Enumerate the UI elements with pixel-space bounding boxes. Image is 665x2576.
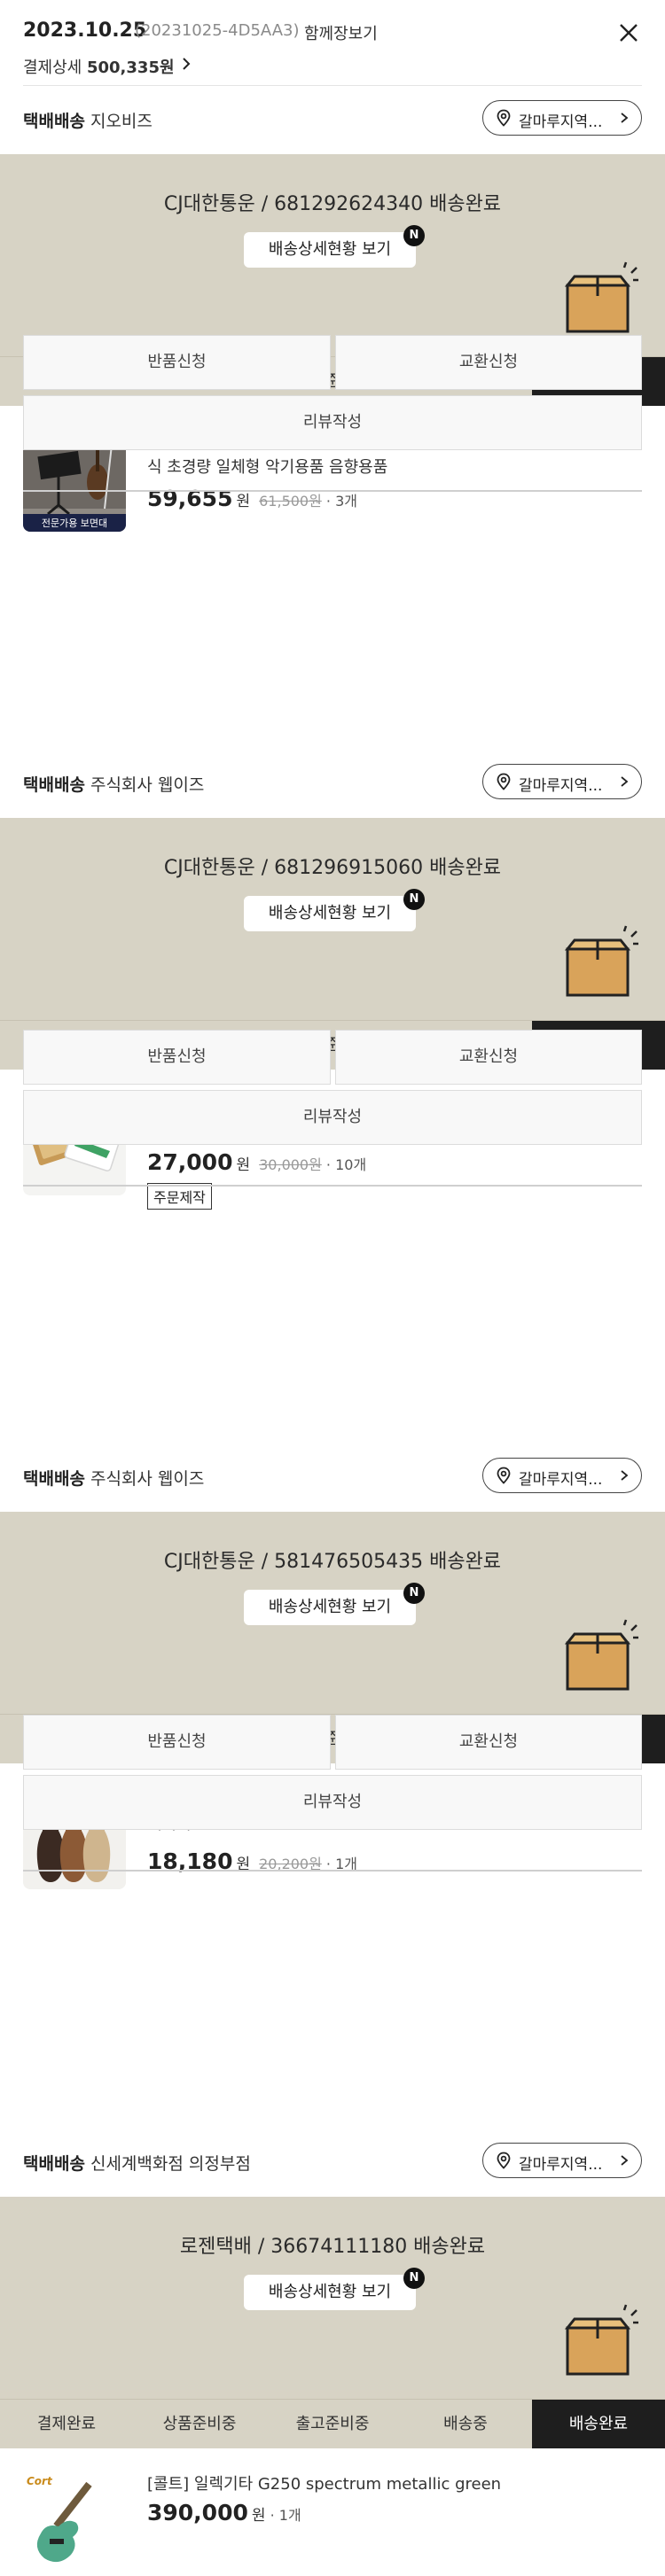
payment-label: 결제상세 [23,58,82,77]
delivery-detail-button[interactable]: 배송상세현황 보기 [244,1590,416,1625]
divider [23,85,642,86]
product-quantity: · 3개 [321,493,358,510]
shipment-title: 택배배송 신세계백화점 의정부점 [23,2151,251,2175]
payment-amount: 500,335원 [86,58,175,77]
delivered-box-icon [564,925,638,997]
product-price: 27,000 [147,1149,233,1175]
product-name[interactable]: [콜트] 일렉기타 G250 spectrum metallic green [147,2471,644,2497]
delivery-status-banner: 로젠택배 / 36674111180 배송완료 배송상세현황 보기 N [0,2197,665,2399]
location-pin-icon [497,109,511,127]
shipment-header: 택배배송 주식회사 웹이즈 갈마루지역... [0,1444,665,1512]
chevron-right-icon [621,1470,629,1481]
return-request-button[interactable]: 반품신청 [23,1715,331,1770]
seller-name: 주식회사 웹이즈 [90,775,205,795]
price-row: 390,000 원 · 1개 [147,2500,301,2528]
section-divider [23,1870,642,1872]
chevron-right-icon [621,2155,629,2166]
price-row: 18,180 원 20,200원 · 1개 [147,1848,357,1877]
price-row: 27,000 원 30,000원 · 10개 [147,1149,366,1178]
delivery-status-banner: CJ대한통운 / 681292624340 배송완료 배송상세현황 보기 N [0,154,665,356]
exchange-request-button[interactable]: 교환신청 [335,1715,642,1770]
thumbnail-caption: 전문가용 보면대 [41,518,108,529]
write-review-button[interactable]: 리뷰작성 [23,1090,642,1145]
region-label: 갈마루지역... [519,777,603,795]
new-badge: N [403,2268,425,2289]
step-3: 출고준비중 [295,2415,370,2433]
tracking-info: CJ대한통운 / 581476505435 배송완료 [163,1551,502,1573]
delivery-status-banner: CJ대한통운 / 581476505435 배송완료 배송상세현황 보기 N [0,1512,665,1714]
product-quantity: · 1개 [265,2507,301,2524]
region-button[interactable]: 갈마루지역... [482,1458,642,1493]
delivered-box-icon [564,1619,638,1691]
region-button[interactable]: 갈마루지역... [482,100,642,136]
order-code: (20231025-4D5AA3) [135,21,300,40]
ship-type: 택배배송 [23,775,85,795]
region-button[interactable]: 갈마루지역... [482,2143,642,2178]
custom-order-tag: 주문제작 [147,1183,212,1210]
currency-unit: 원 [236,493,251,510]
exchange-request-button[interactable]: 교환신청 [335,1030,642,1085]
step-5: 배송완료 [532,2400,665,2448]
currency-unit: 원 [236,1156,251,1174]
product-title: [콜트] 일렉기타 G250 spectrum metallic green [147,2475,502,2494]
thumbnail-caption: Cort [27,2475,52,2487]
shipment-header: 택배배송 주식회사 웹이즈 갈마루지역... [0,751,665,818]
product-thumbnail[interactable]: Cort [23,2471,126,2574]
region-label: 갈마루지역... [519,1471,603,1489]
tracking-info: 로젠택배 / 36674111180 배송완료 [179,2236,486,2258]
shipment-title: 택배배송 지오비즈 [23,108,153,132]
original-price: 61,500원 [259,493,322,510]
order-date: 2023.10.25 [23,19,147,42]
location-pin-icon [497,1467,511,1484]
section-divider [23,490,642,492]
tracking-info: CJ대한통운 / 681292624340 배송완료 [163,193,502,215]
shipment-title: 택배배송 주식회사 웹이즈 [23,772,204,796]
new-badge: N [403,889,425,910]
shipment-header: 택배배송 지오비즈 갈마루지역... [0,87,665,154]
shipment-title: 택배배송 주식회사 웹이즈 [23,1466,204,1490]
delivered-box-icon [564,261,638,333]
ship-type: 택배배송 [23,1469,85,1489]
return-request-button[interactable]: 반품신청 [23,1030,331,1085]
location-pin-icon [497,773,511,790]
chevron-right-icon [621,776,629,787]
chevron-right-icon [621,113,629,123]
delivery-steps: 결제완료 상품준비중 출고준비중 배송중 배송완료 [0,2399,665,2448]
delivery-detail-button[interactable]: 배송상세현황 보기 [244,2275,416,2310]
ship-type: 택배배송 [23,112,85,131]
delivery-status-banner: CJ대한통운 / 681296915060 배송완료 배송상세현황 보기 N [0,818,665,1020]
currency-unit: 원 [251,2507,266,2525]
chevron-right-icon[interactable] [179,57,193,71]
write-review-button[interactable]: 리뷰작성 [23,395,642,450]
product-quantity: · 10개 [321,1156,367,1173]
seller-name: 주식회사 웹이즈 [90,1469,205,1489]
section-divider [23,1185,642,1187]
delivery-detail-button[interactable]: 배송상세현황 보기 [244,232,416,268]
new-badge: N [403,225,425,246]
ship-type: 택배배송 [23,2154,85,2174]
order-header: 2023.10.25 (20231025-4D5AA3) 함께장보기 결제상세 … [0,0,665,85]
seller-name: 지오비즈 [90,112,153,131]
write-review-button[interactable]: 리뷰작성 [23,1775,642,1830]
combined-shopping-link[interactable]: 함께장보기 [304,21,378,44]
shipment-header: 택배배송 신세계백화점 의정부점 갈마루지역... [0,2129,665,2197]
step-2: 상품준비중 [162,2415,237,2433]
location-pin-icon [497,2152,511,2169]
return-request-button[interactable]: 반품신청 [23,335,331,390]
close-icon[interactable] [614,18,644,48]
exchange-request-button[interactable]: 교환신청 [335,335,642,390]
tracking-info: CJ대한통운 / 681296915060 배송완료 [163,857,502,879]
region-label: 갈마루지역... [519,2156,603,2174]
region-button[interactable]: 갈마루지역... [482,764,642,799]
region-label: 갈마루지역... [519,113,603,131]
payment-detail-link[interactable]: 결제상세 500,335원 [23,55,175,78]
step-4: 배송중 [443,2415,488,2433]
step-1: 결제완료 [36,2415,97,2433]
new-badge: N [403,1583,425,1604]
seller-name: 신세계백화점 의정부점 [90,2154,251,2174]
product-price: 390,000 [147,2500,248,2525]
delivered-box-icon [564,2304,638,2376]
delivery-detail-button[interactable]: 배송상세현황 보기 [244,896,416,931]
original-price: 30,000원 [259,1156,322,1173]
